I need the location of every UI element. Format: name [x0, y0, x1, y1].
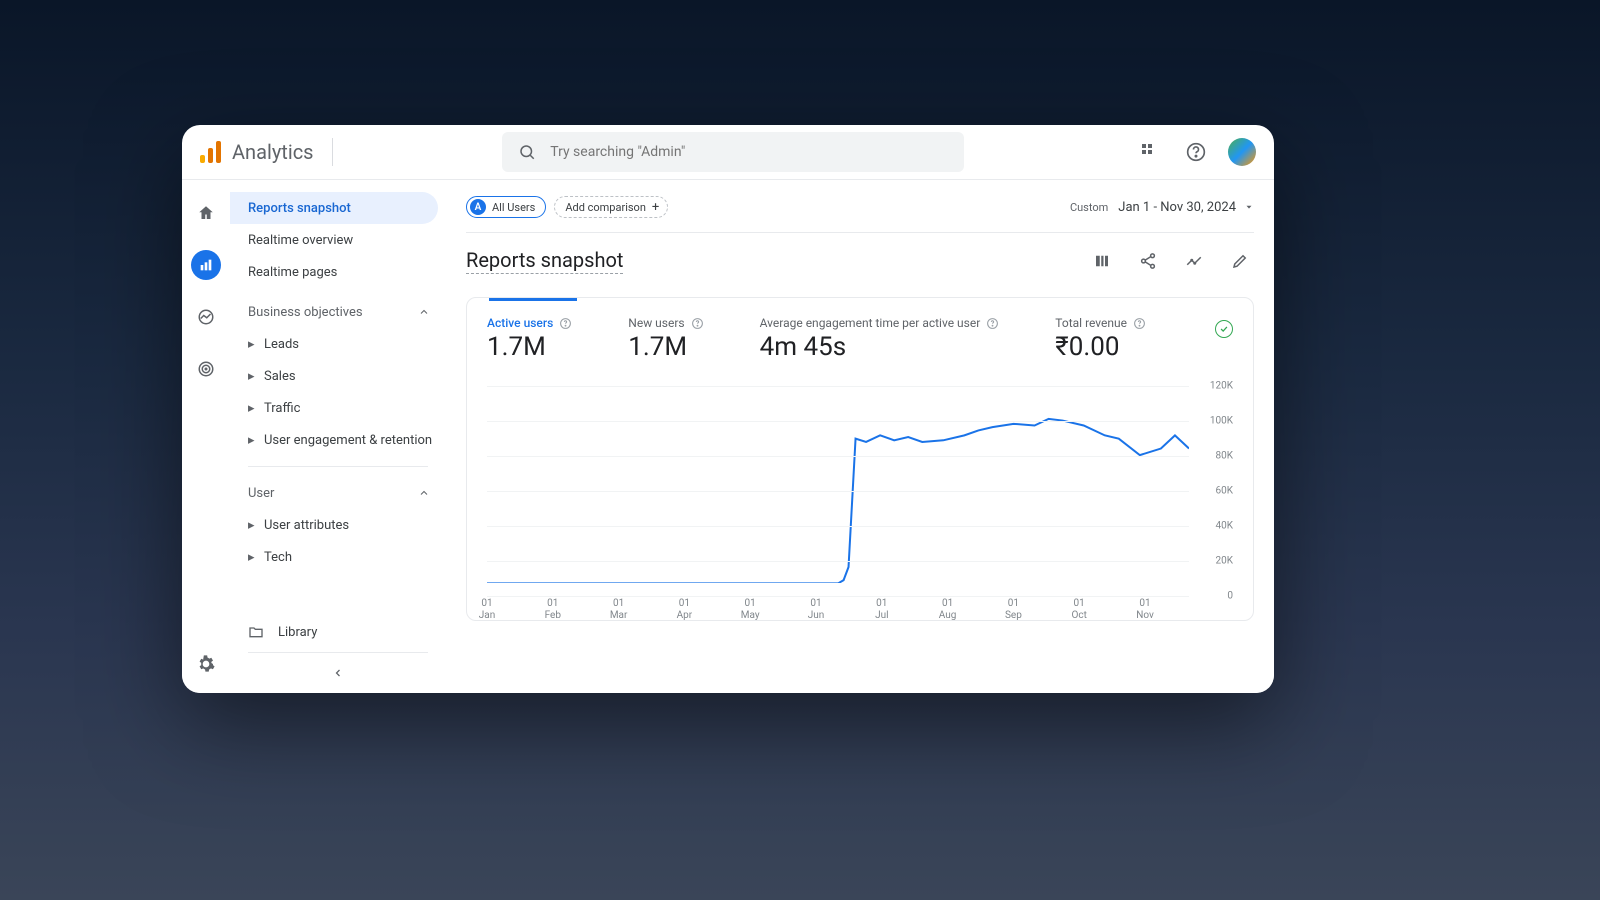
- metrics-row: Active users 1.7M New users 1.7M Average…: [487, 316, 1233, 362]
- sidebar-item-sales[interactable]: ▸Sales: [230, 360, 446, 392]
- app-window: Analytics: [182, 125, 1274, 693]
- sidebar-item-reports-snapshot[interactable]: Reports snapshot: [230, 192, 438, 224]
- content-toolbar: A All Users Add comparison + Custom Jan …: [466, 192, 1254, 222]
- line-chart: 01Jan01Feb01Mar01Apr01May01Jun01Jul01Aug…: [487, 386, 1233, 596]
- content-area: A All Users Add comparison + Custom Jan …: [446, 180, 1274, 693]
- product-name: Analytics: [232, 140, 314, 164]
- metric-total-revenue[interactable]: Total revenue ₹0.00: [1055, 316, 1146, 362]
- header-actions: [1136, 138, 1256, 166]
- rail-explore-icon[interactable]: [191, 302, 221, 332]
- sidebar-collapse-button[interactable]: [230, 653, 446, 693]
- main-layout: Reports snapshot Realtime overview Realt…: [182, 180, 1274, 693]
- chart-x-axis: 01Jan01Feb01Mar01Apr01May01Jun01Jul01Aug…: [487, 598, 1145, 626]
- logo-area: Analytics: [200, 140, 314, 164]
- insights-icon[interactable]: [1180, 247, 1208, 275]
- help-circle-icon: [1133, 317, 1146, 330]
- active-metric-indicator: [489, 298, 577, 301]
- chevron-down-icon: [1244, 202, 1254, 212]
- status-check-icon: [1215, 320, 1233, 338]
- sidebar-library[interactable]: Library: [230, 612, 446, 652]
- help-circle-icon: [691, 317, 704, 330]
- compare-icon[interactable]: [1088, 247, 1116, 275]
- help-icon[interactable]: [1182, 138, 1210, 166]
- page-title: Reports snapshot: [466, 248, 623, 274]
- share-icon[interactable]: [1134, 247, 1162, 275]
- title-actions: [1088, 247, 1254, 275]
- sidebar-item-traffic[interactable]: ▸Traffic: [230, 392, 446, 424]
- date-custom-label: Custom: [1070, 201, 1108, 214]
- plus-icon: +: [652, 200, 659, 215]
- sidebar-group-label: User: [248, 486, 274, 501]
- metrics-card: Active users 1.7M New users 1.7M Average…: [466, 297, 1254, 621]
- search-wrap: [351, 132, 1117, 172]
- sidebar-divider: [248, 466, 428, 467]
- chip-add-comparison[interactable]: Add comparison +: [554, 196, 668, 218]
- rail-home-icon[interactable]: [191, 198, 221, 228]
- sidebar: Reports snapshot Realtime overview Realt…: [230, 180, 446, 693]
- folder-icon: [248, 624, 264, 640]
- chevron-up-icon: [418, 306, 430, 318]
- chevron-left-icon: [332, 667, 344, 679]
- metric-active-users[interactable]: Active users 1.7M: [487, 316, 572, 362]
- search-input[interactable]: [550, 144, 948, 160]
- sidebar-group-user[interactable]: User: [230, 477, 446, 509]
- analytics-logo-icon: [200, 141, 222, 163]
- rail-admin-icon[interactable]: [191, 649, 221, 679]
- sidebar-group-label: Business objectives: [248, 305, 363, 320]
- toolbar-divider: [466, 232, 1254, 233]
- chip-badge: A: [470, 199, 486, 215]
- chip-all-users[interactable]: A All Users: [466, 196, 546, 218]
- help-circle-icon: [986, 317, 999, 330]
- sidebar-item-realtime-pages[interactable]: Realtime pages: [230, 256, 438, 288]
- sidebar-item-leads[interactable]: ▸Leads: [230, 328, 446, 360]
- rail-advertising-icon[interactable]: [191, 354, 221, 384]
- sidebar-group-business-objectives[interactable]: Business objectives: [230, 296, 446, 328]
- app-header: Analytics: [182, 125, 1274, 180]
- date-range-picker[interactable]: Jan 1 - Nov 30, 2024: [1118, 200, 1254, 215]
- title-row: Reports snapshot: [466, 247, 1254, 275]
- header-divider: [332, 138, 333, 166]
- sidebar-item-tech[interactable]: ▸Tech: [230, 541, 446, 573]
- chart-svg: [487, 386, 1189, 583]
- metric-new-users[interactable]: New users 1.7M: [628, 316, 703, 362]
- apps-icon[interactable]: [1136, 138, 1164, 166]
- sidebar-item-engagement-retention[interactable]: ▸User engagement & retention: [230, 424, 446, 456]
- sidebar-item-realtime-overview[interactable]: Realtime overview: [230, 224, 438, 256]
- rail-reports-icon[interactable]: [191, 250, 221, 280]
- search-box[interactable]: [502, 132, 964, 172]
- help-circle-icon: [559, 317, 572, 330]
- chart-plot: 01Jan01Feb01Mar01Apr01May01Jun01Jul01Aug…: [487, 386, 1189, 596]
- avatar[interactable]: [1228, 138, 1256, 166]
- nav-rail: [182, 180, 230, 693]
- chevron-up-icon: [418, 487, 430, 499]
- metric-avg-engagement[interactable]: Average engagement time per active user …: [760, 316, 1000, 362]
- search-icon: [518, 143, 536, 161]
- edit-icon[interactable]: [1226, 247, 1254, 275]
- chart-y-axis: 020K40K60K80K100K120K: [1197, 386, 1233, 596]
- sidebar-item-user-attributes[interactable]: ▸User attributes: [230, 509, 446, 541]
